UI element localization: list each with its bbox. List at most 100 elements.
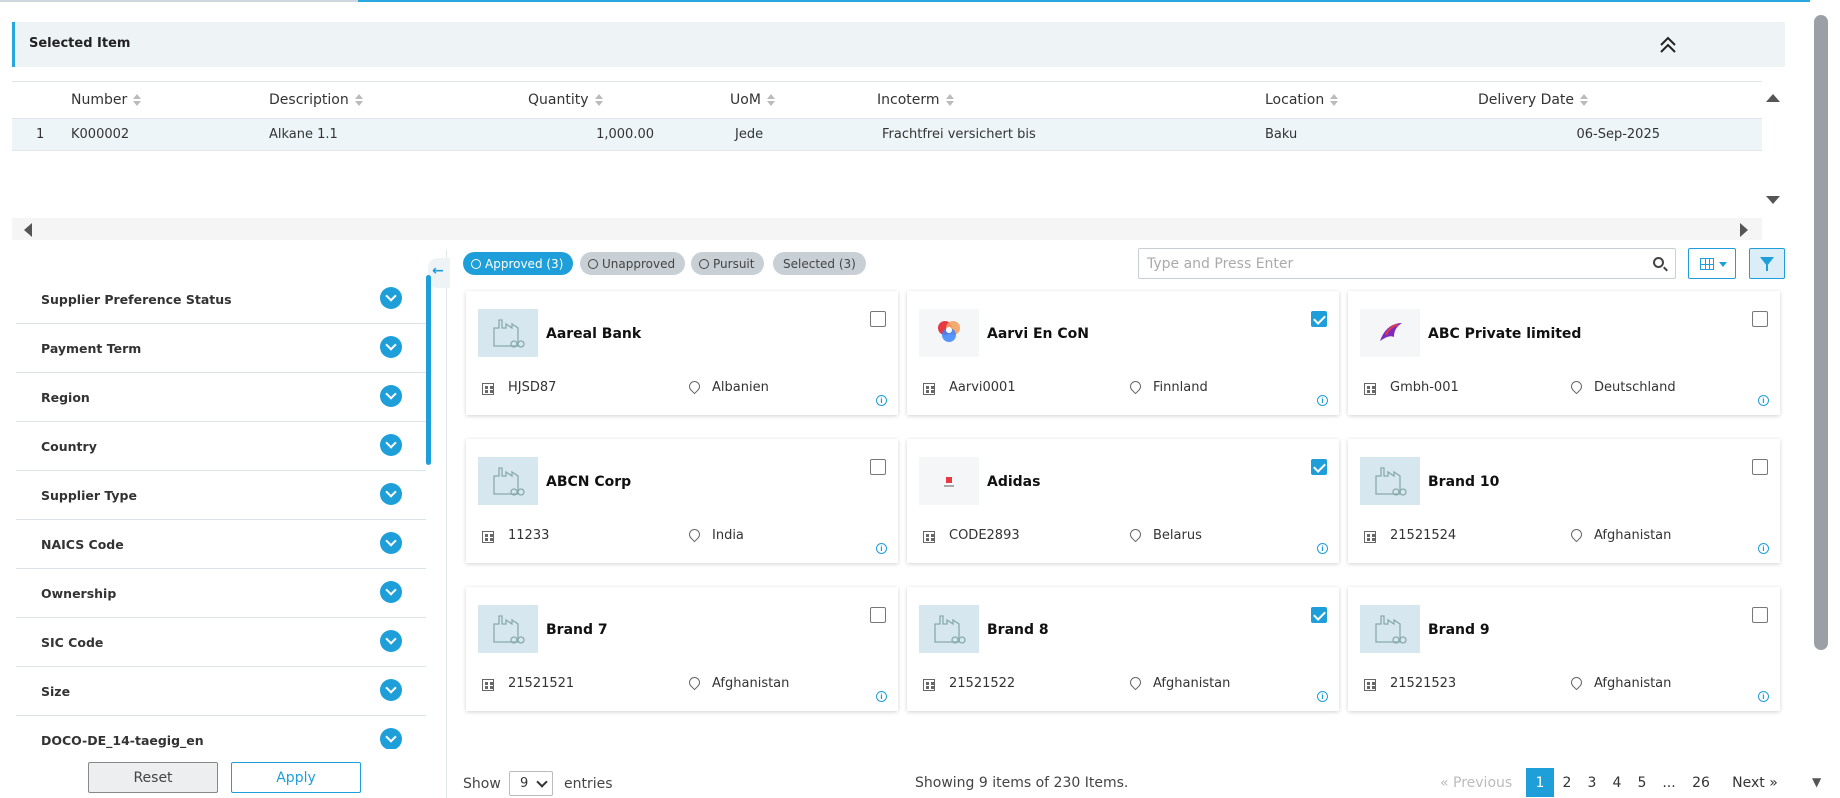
select-checkbox[interactable] <box>870 607 886 623</box>
sort-icon[interactable] <box>1330 94 1339 106</box>
chevron-down-icon[interactable] <box>380 434 402 456</box>
sort-icon[interactable] <box>133 94 142 106</box>
info-icon[interactable]: i <box>876 543 887 554</box>
sort-icon[interactable] <box>945 94 954 106</box>
pagination-page-5[interactable]: 5 <box>1634 768 1650 797</box>
filter-toggle-button[interactable] <box>1749 248 1785 279</box>
pagination-page-3[interactable]: 3 <box>1584 768 1600 797</box>
chevron-down-icon[interactable] <box>380 483 402 505</box>
info-icon[interactable]: i <box>1317 543 1328 554</box>
info-icon[interactable]: i <box>876 691 887 702</box>
pagination-page-2[interactable]: 2 <box>1559 768 1575 797</box>
chevron-down-icon[interactable] <box>380 581 402 603</box>
select-checkbox[interactable] <box>1752 311 1768 327</box>
chevron-down-icon[interactable] <box>380 630 402 652</box>
pagination-page-4[interactable]: 4 <box>1609 768 1625 797</box>
chevron-down-icon[interactable] <box>380 728 402 749</box>
supplier-card[interactable]: ABCN Corp 11233 India i <box>466 439 898 563</box>
table-scroll-up-icon[interactable] <box>1766 94 1780 102</box>
column-header-quantity[interactable]: Quantity <box>528 82 603 118</box>
reset-button[interactable]: Reset <box>88 762 218 793</box>
select-checkbox[interactable] <box>870 311 886 327</box>
sort-icon[interactable] <box>354 94 363 106</box>
select-checkbox[interactable] <box>870 459 886 475</box>
filter-doco-de[interactable]: DOCO-DE_14-taegig_en <box>16 716 426 749</box>
page-scrollbar[interactable] <box>1814 15 1828 650</box>
chip-unapproved[interactable]: Unapproved <box>580 252 686 275</box>
table-scroll-down-icon[interactable] <box>1766 196 1780 204</box>
filter-region[interactable]: Region <box>16 373 426 422</box>
supplier-name[interactable]: Aarvi En CoN <box>987 326 1089 342</box>
select-checkbox[interactable] <box>1752 607 1768 623</box>
chevron-down-icon[interactable] <box>380 336 402 358</box>
supplier-name[interactable]: ABC Private limited <box>1428 326 1581 342</box>
supplier-name[interactable]: Brand 7 <box>546 622 608 638</box>
supplier-name[interactable]: ABCN Corp <box>546 474 631 490</box>
supplier-name[interactable]: Brand 9 <box>1428 622 1490 638</box>
supplier-name[interactable]: Aareal Bank <box>546 326 641 342</box>
chevron-down-icon[interactable] <box>380 385 402 407</box>
select-checkbox[interactable] <box>1311 311 1327 327</box>
column-header-description[interactable]: Description <box>269 82 363 118</box>
filter-supplier-type[interactable]: Supplier Type <box>16 471 426 520</box>
filter-ownership[interactable]: Ownership <box>16 569 426 618</box>
supplier-card[interactable]: Aareal Bank HJSD87 Albanien i <box>466 291 898 415</box>
table-horizontal-scrollbar[interactable] <box>12 218 1762 240</box>
filter-naics-code[interactable]: NAICS Code <box>16 520 426 569</box>
info-icon[interactable]: i <box>1758 395 1769 406</box>
scroll-down-arrow-icon[interactable]: ▼ <box>1812 775 1821 789</box>
pagination-next[interactable]: Next » <box>1727 768 1783 797</box>
supplier-card[interactable]: ABC Private limited Gmbh-001 Deutschland… <box>1348 291 1780 415</box>
grid-view-button[interactable] <box>1688 248 1736 279</box>
pagination-previous[interactable]: « Previous <box>1440 768 1512 797</box>
column-header-location[interactable]: Location <box>1265 82 1339 118</box>
select-checkbox[interactable] <box>1311 607 1327 623</box>
supplier-card[interactable]: Adidas CODE2893 Belarus i <box>907 439 1339 563</box>
scroll-left-icon[interactable] <box>24 223 32 237</box>
table-row[interactable]: 1 K000002 Alkane 1.1 1,000.00 Jede Frach… <box>12 119 1762 151</box>
search-input[interactable] <box>1138 248 1676 279</box>
filter-payment-term[interactable]: Payment Term <box>16 324 426 373</box>
collapse-chevron-icon[interactable] <box>1655 32 1681 58</box>
info-icon[interactable]: i <box>1317 691 1328 702</box>
chip-selected[interactable]: Selected (3) <box>773 252 866 275</box>
info-icon[interactable]: i <box>1758 691 1769 702</box>
chevron-down-icon[interactable] <box>380 287 402 309</box>
info-icon[interactable]: i <box>876 395 887 406</box>
apply-button[interactable]: Apply <box>231 762 361 793</box>
column-header-uom[interactable]: UoM <box>730 82 775 118</box>
filter-country[interactable]: Country <box>16 422 426 471</box>
chip-pursuit[interactable]: Pursuit <box>691 252 765 275</box>
sort-icon[interactable] <box>766 94 775 106</box>
info-icon[interactable]: i <box>1758 543 1769 554</box>
supplier-card[interactable]: Aarvi En CoN Aarvi0001 Finnland i <box>907 291 1339 415</box>
page-size-select[interactable]: 9 <box>509 771 553 796</box>
column-header-number[interactable]: Number <box>71 82 142 118</box>
supplier-card[interactable]: Brand 9 21521523 Afghanistan i <box>1348 587 1780 711</box>
chevron-down-icon[interactable] <box>380 679 402 701</box>
supplier-card[interactable]: Brand 7 21521521 Afghanistan i <box>466 587 898 711</box>
supplier-card[interactable]: Brand 8 21521522 Afghanistan i <box>907 587 1339 711</box>
collapse-panel-arrow-icon[interactable] <box>428 258 450 288</box>
chevron-down-icon[interactable] <box>380 532 402 554</box>
select-checkbox[interactable] <box>1311 459 1327 475</box>
pagination-page-1[interactable]: 1 <box>1526 768 1554 797</box>
filter-panel-scrollbar[interactable] <box>426 275 431 465</box>
sort-icon[interactable] <box>1580 94 1589 106</box>
supplier-name[interactable]: Adidas <box>987 474 1040 490</box>
info-icon[interactable]: i <box>1317 395 1328 406</box>
filter-size[interactable]: Size <box>16 667 426 716</box>
column-header-incoterm[interactable]: Incoterm <box>877 82 954 118</box>
supplier-name[interactable]: Brand 10 <box>1428 474 1499 490</box>
supplier-name[interactable]: Brand 8 <box>987 622 1049 638</box>
scroll-right-icon[interactable] <box>1740 223 1748 237</box>
pagination-page-26[interactable]: 26 <box>1689 768 1713 797</box>
select-checkbox[interactable] <box>1752 459 1768 475</box>
search-icon[interactable] <box>1653 257 1664 268</box>
supplier-card[interactable]: Brand 10 21521524 Afghanistan i <box>1348 439 1780 563</box>
column-header-delivery-date[interactable]: Delivery Date <box>1478 82 1589 118</box>
filter-supplier-preference-status[interactable]: Supplier Preference Status <box>16 275 426 324</box>
sort-icon[interactable] <box>594 94 603 106</box>
chip-approved[interactable]: Approved (3) <box>463 252 574 275</box>
filter-sic-code[interactable]: SIC Code <box>16 618 426 667</box>
